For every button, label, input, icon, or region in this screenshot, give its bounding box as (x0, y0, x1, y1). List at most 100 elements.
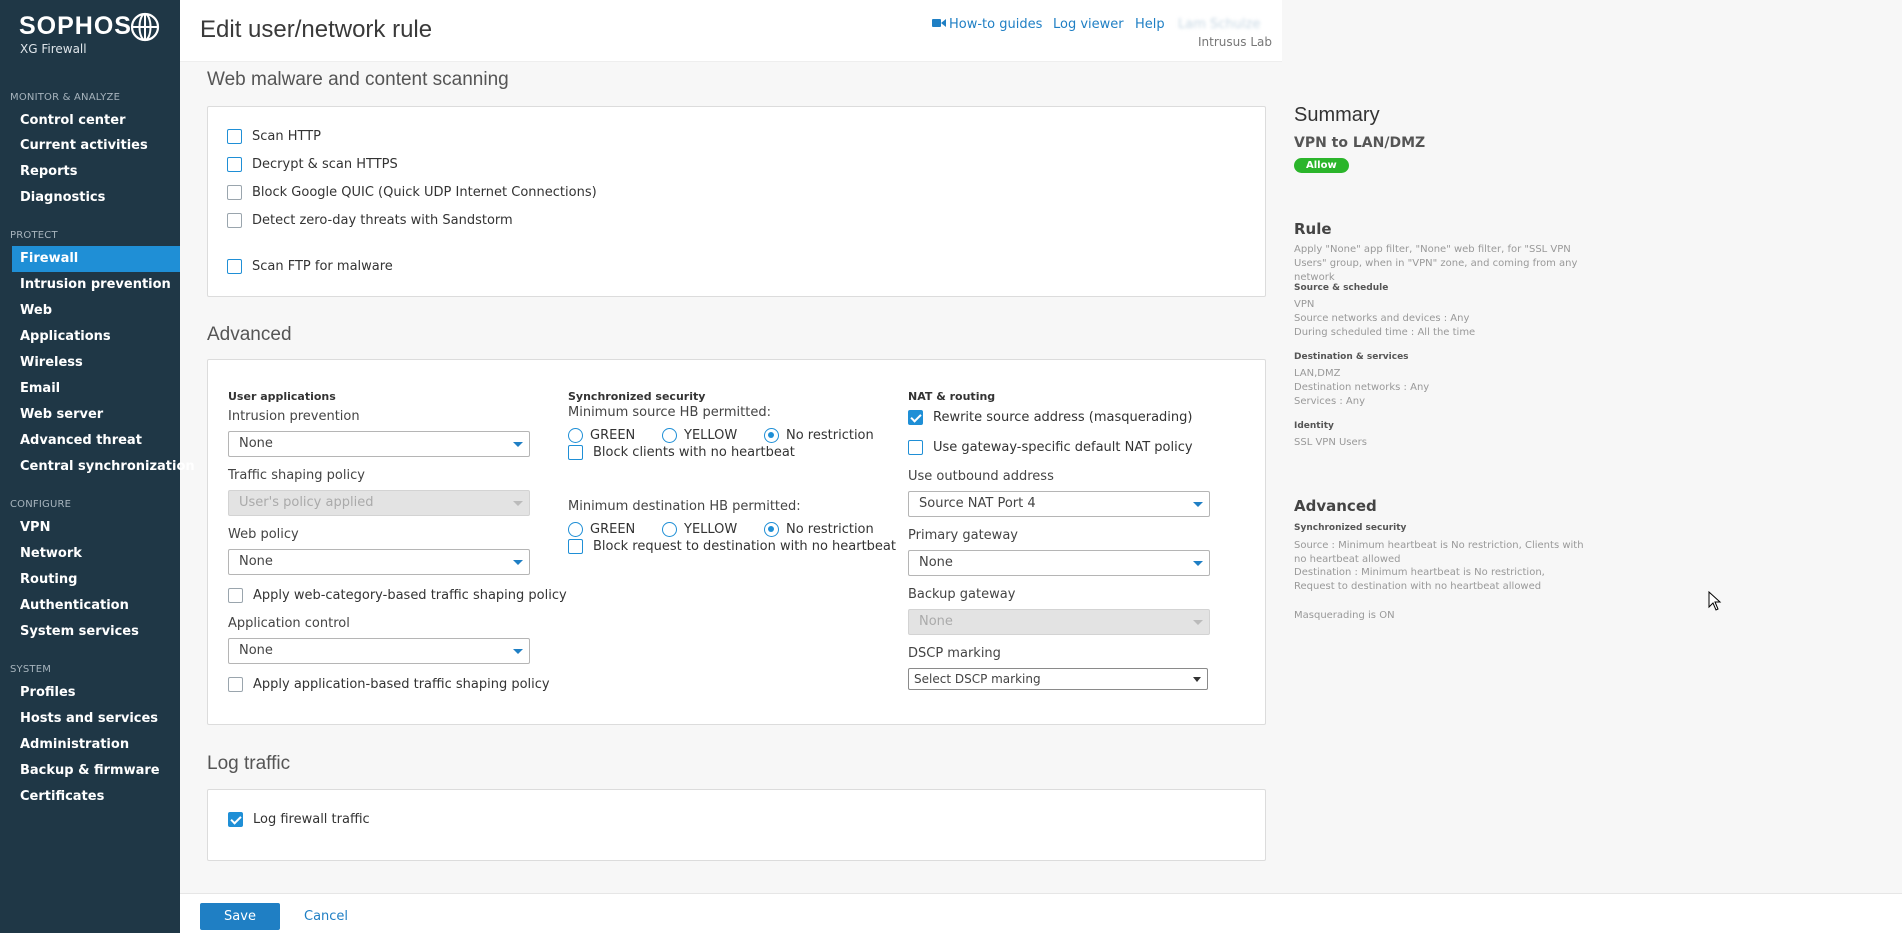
action-badge: Allow (1294, 158, 1349, 173)
scan-ftp-option[interactable]: Scan FTP for malware (227, 257, 393, 275)
block-clients-checkbox[interactable] (568, 444, 583, 460)
user-menu[interactable]: Lam Schulze (1178, 17, 1260, 32)
save-button[interactable]: Save (200, 903, 280, 930)
src-hb-yellow[interactable]: YELLOW (662, 427, 764, 443)
nav-intrusion-prevention[interactable]: Intrusion prevention (12, 272, 180, 298)
radio-button[interactable] (764, 521, 779, 537)
nav-wireless[interactable]: Wireless (12, 350, 180, 376)
gateway-nat-label: Use gateway-specific default NAT policy (933, 439, 1193, 455)
src-hb-none[interactable]: No restriction (764, 427, 874, 443)
block-quic-checkbox[interactable] (227, 184, 242, 200)
app-shaping-option[interactable]: Apply application-based traffic shaping … (228, 675, 550, 693)
outbound-select[interactable]: Source NAT Port 4 (908, 491, 1210, 517)
nav-applications[interactable]: Applications (12, 324, 180, 350)
block-dest-checkbox[interactable] (568, 538, 583, 554)
dst-hb-none[interactable]: No restriction (764, 521, 874, 537)
scan-https-checkbox[interactable] (227, 156, 242, 172)
sophos-logo: SOPHOS XG Firewall (19, 12, 160, 56)
nav-email[interactable]: Email (12, 376, 180, 402)
product-name: XG Firewall (20, 42, 87, 56)
nav-vpn[interactable]: VPN (12, 515, 180, 541)
web-policy-select[interactable]: None (228, 549, 530, 575)
green-label: GREEN (590, 427, 636, 443)
radio-button[interactable] (568, 521, 583, 537)
nav-certificates[interactable]: Certificates (12, 784, 180, 810)
dst-hb-yellow[interactable]: YELLOW (662, 521, 764, 537)
gateway-nat-option[interactable]: Use gateway-specific default NAT policy (908, 438, 1193, 456)
sandstorm-checkbox[interactable] (227, 212, 242, 228)
radio-button[interactable] (662, 427, 677, 443)
help-link[interactable]: Help (1135, 17, 1165, 32)
chevron-down-icon (1193, 620, 1203, 625)
log-panel: Log firewall traffic (207, 789, 1266, 861)
scan-http-option[interactable]: Scan HTTP (227, 127, 321, 145)
nat-heading: NAT & routing (908, 390, 996, 403)
src-hb-radios: GREEN YELLOW No restriction (568, 426, 874, 444)
gateway-nat-checkbox[interactable] (908, 439, 923, 455)
chevron-down-icon (513, 442, 523, 447)
nav-profiles[interactable]: Profiles (12, 680, 180, 706)
masquerading-checkbox[interactable] (908, 409, 923, 425)
nav-authentication[interactable]: Authentication (12, 593, 180, 619)
web-shaping-checkbox[interactable] (228, 587, 243, 603)
nav-current-activities[interactable]: Current activities (12, 133, 180, 159)
src-hb-green[interactable]: GREEN (568, 427, 662, 443)
scan-ftp-checkbox[interactable] (227, 258, 242, 274)
primary-gw-label: Primary gateway (908, 528, 1018, 543)
log-viewer-link[interactable]: Log viewer (1053, 17, 1124, 32)
outbound-label: Use outbound address (908, 469, 1054, 484)
summary-identity-heading: Identity (1294, 421, 1334, 431)
block-clients-option[interactable]: Block clients with no heartbeat (568, 443, 795, 461)
dscp-label: DSCP marking (908, 646, 1001, 661)
nav-routing[interactable]: Routing (12, 567, 180, 593)
summary-sync-dst: Destination : Minimum heartbeat is No re… (1294, 567, 1545, 592)
summary-source-line: Source networks and devices : Any (1294, 313, 1470, 324)
radio-button[interactable] (662, 521, 677, 537)
cancel-button[interactable]: Cancel (304, 909, 348, 924)
block-quic-option[interactable]: Block Google QUIC (Quick UDP Internet Co… (227, 183, 597, 201)
masquerading-option[interactable]: Rewrite source address (masquerading) (908, 408, 1192, 426)
nav-administration[interactable]: Administration (12, 732, 180, 758)
ips-label: Intrusion prevention (228, 409, 360, 424)
mouse-cursor-icon (1708, 591, 1722, 611)
radio-button[interactable] (568, 427, 583, 443)
log-traffic-checkbox[interactable] (228, 811, 243, 827)
block-clients-label: Block clients with no heartbeat (593, 444, 795, 460)
summary-sync-heading: Synchronized security (1294, 523, 1407, 533)
chevron-down-icon (1193, 677, 1201, 682)
nav-advanced-threat[interactable]: Advanced threat (12, 428, 180, 454)
app-shaping-label: Apply application-based traffic shaping … (253, 676, 550, 692)
scan-https-option[interactable]: Decrypt & scan HTTPS (227, 155, 398, 173)
nav-system-services[interactable]: System services (12, 619, 180, 645)
how-to-guides-label: How-to guides (949, 17, 1043, 32)
nav-network[interactable]: Network (12, 541, 180, 567)
web-shaping-option[interactable]: Apply web-category-based traffic shaping… (228, 586, 567, 604)
scan-http-checkbox[interactable] (227, 128, 242, 144)
nav-web-server[interactable]: Web server (12, 402, 180, 428)
dst-hb-green[interactable]: GREEN (568, 521, 662, 537)
block-dest-option[interactable]: Block request to destination with no hea… (568, 537, 896, 555)
globe-icon (130, 12, 160, 42)
malware-panel: Scan HTTP Decrypt & scan HTTPS Block Goo… (207, 106, 1266, 297)
ips-select[interactable]: None (228, 431, 530, 457)
log-traffic-option[interactable]: Log firewall traffic (228, 810, 370, 828)
nav-reports[interactable]: Reports (12, 159, 180, 185)
nav-firewall[interactable]: Firewall (12, 246, 180, 272)
summary-advanced-heading: Advanced (1294, 497, 1377, 515)
brand-name: SOPHOS (19, 12, 132, 40)
nav-backup-firmware[interactable]: Backup & firmware (12, 758, 180, 784)
backup-gw-label: Backup gateway (908, 587, 1016, 602)
summary-source-line: During scheduled time : All the time (1294, 327, 1476, 338)
nav-web[interactable]: Web (12, 298, 180, 324)
radio-button[interactable] (764, 427, 779, 443)
how-to-guides-link[interactable]: How-to guides (932, 17, 1042, 32)
nav-hosts-services[interactable]: Hosts and services (12, 706, 180, 732)
app-shaping-checkbox[interactable] (228, 676, 243, 692)
nav-control-center[interactable]: Control center (12, 108, 180, 134)
primary-gw-select[interactable]: None (908, 550, 1210, 576)
nav-diagnostics[interactable]: Diagnostics (12, 185, 180, 211)
nav-central-sync[interactable]: Central synchronization (12, 454, 195, 480)
app-control-select[interactable]: None (228, 638, 530, 664)
dscp-select[interactable]: Select DSCP marking (908, 668, 1208, 690)
sandstorm-option[interactable]: Detect zero-day threats with Sandstorm (227, 211, 513, 229)
